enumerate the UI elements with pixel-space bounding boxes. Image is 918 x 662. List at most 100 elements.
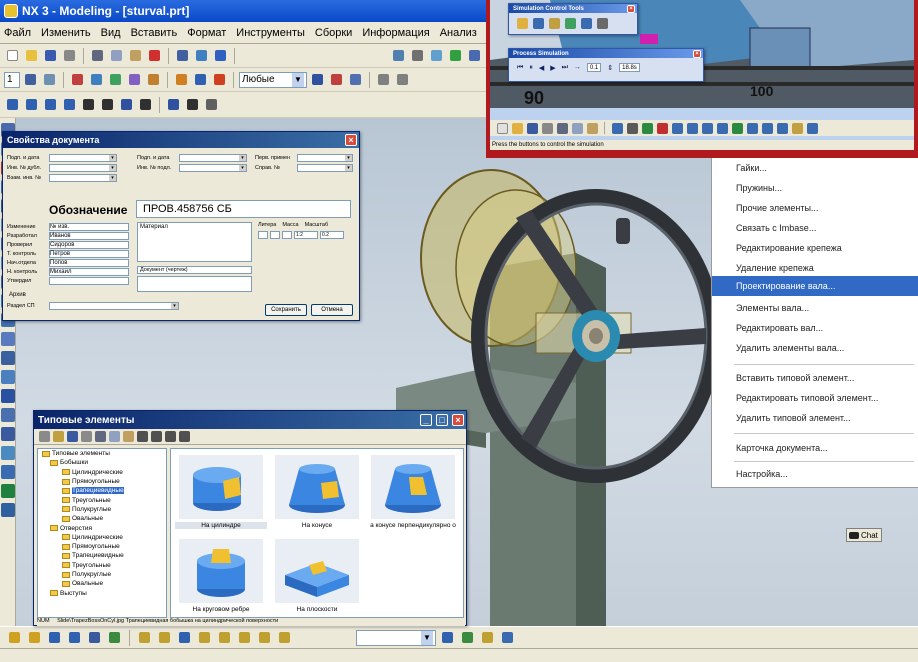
snap-center-icon[interactable] <box>107 71 124 88</box>
mirror-icon[interactable] <box>1 332 15 346</box>
snap-perp-icon[interactable] <box>236 629 253 646</box>
menu-view[interactable]: Вид <box>101 27 121 39</box>
sim-search-icon[interactable] <box>776 122 788 134</box>
select-all-icon[interactable] <box>41 71 58 88</box>
menu-item-insert-typical[interactable]: Вставить типовой элемент... <box>712 368 918 388</box>
snap-end-icon[interactable] <box>26 629 43 646</box>
snap-point-icon[interactable] <box>196 629 213 646</box>
analysis-icon[interactable] <box>1 370 15 384</box>
rewind-icon[interactable]: ⏮ <box>517 64 523 72</box>
role-input[interactable]: Петров <box>49 249 129 258</box>
tree-item[interactable]: Выступы <box>38 588 166 597</box>
step-back-icon[interactable]: ◀ <box>539 64 544 72</box>
menu-item-delete-fasteners[interactable]: Удаление крепежа <box>712 258 918 278</box>
new-file-icon[interactable] <box>4 47 21 64</box>
open-file-icon[interactable] <box>23 47 40 64</box>
line-icon[interactable] <box>375 71 392 88</box>
snap-intersect-icon[interactable] <box>145 71 162 88</box>
part-nav-icon[interactable] <box>1 465 15 479</box>
snap-edge-icon[interactable] <box>156 629 173 646</box>
tree-item[interactable]: Полукруглые <box>38 570 166 579</box>
menu-item-nuts[interactable]: Гайки... <box>712 158 918 178</box>
menu-item-delete-typical[interactable]: Удалить типовой элемент... <box>712 408 918 428</box>
close-icon[interactable]: × <box>345 134 357 146</box>
tree-item[interactable]: Отверстия <box>38 523 166 532</box>
snap-tangent-icon[interactable] <box>216 629 233 646</box>
doc-extra-field[interactable] <box>137 276 252 292</box>
typical-titlebar[interactable]: Типовые элементы _ □ × <box>34 411 466 429</box>
sim-rotate-icon[interactable] <box>746 122 758 134</box>
menu-edit[interactable]: Изменить <box>41 27 91 39</box>
sim-tools-titlebar[interactable]: Simulation Control Tools × <box>509 4 637 13</box>
sim-new-icon[interactable] <box>496 122 508 134</box>
layer-settings-icon[interactable] <box>1 389 15 403</box>
close-icon[interactable]: × <box>693 49 701 58</box>
minimize-icon[interactable]: _ <box>420 414 432 426</box>
sim-settings-icon[interactable] <box>595 16 609 30</box>
sim-cut-icon[interactable] <box>556 122 568 134</box>
spin-icon[interactable]: ⇕ <box>607 64 613 72</box>
arc-icon[interactable] <box>394 71 411 88</box>
repeat-icon[interactable] <box>193 47 210 64</box>
menu-item-edit-typical[interactable]: Редактировать типовой элемент... <box>712 388 918 408</box>
letter-3-field[interactable] <box>282 231 292 239</box>
time-field[interactable]: 18.8s <box>619 63 640 72</box>
menu-assemblies[interactable]: Сборки <box>315 27 352 39</box>
layer-dropdown-icon[interactable] <box>22 71 39 88</box>
thumb-cone-perpendicular[interactable]: а конусе перпендикулярно о <box>367 453 459 533</box>
tree-item[interactable]: Полукруглые <box>38 505 166 514</box>
menu-item-shaft-elements[interactable]: Элементы вала... <box>712 298 918 318</box>
copy-icon[interactable] <box>108 47 125 64</box>
sim-open-file-icon[interactable] <box>511 122 523 134</box>
sim-paste-icon[interactable] <box>586 122 598 134</box>
sim-pan-icon[interactable] <box>731 122 743 134</box>
shell-icon[interactable] <box>80 96 97 113</box>
thumb-on-plane[interactable]: На плоскости <box>271 537 363 617</box>
field-input[interactable]: ▾ <box>297 154 353 162</box>
step-field[interactable]: 0.1 <box>586 63 602 72</box>
sim-zoom-out-icon[interactable] <box>716 122 728 134</box>
field-input[interactable]: ▾ <box>49 174 117 182</box>
chat-button[interactable]: Chat <box>846 528 882 542</box>
save-button[interactable]: Сохранить <box>265 304 307 316</box>
measure-icon[interactable] <box>1 351 15 365</box>
pan-icon[interactable] <box>466 47 483 64</box>
tree-item[interactable]: Цилиндрические <box>38 533 166 542</box>
delete-element-icon[interactable] <box>136 431 148 443</box>
designation-field[interactable]: ПРОВ.458756 СБ <box>136 200 351 218</box>
resource-bar-icon[interactable] <box>1 503 15 517</box>
sim-tool-change-icon[interactable] <box>791 122 803 134</box>
filter-zoom-icon[interactable] <box>479 629 496 646</box>
elements-tree[interactable]: Типовые элементы Бобышки Цилиндрические … <box>37 448 167 618</box>
menu-item-edit-fasteners[interactable]: Редактирование крепежа <box>712 238 918 258</box>
tree-item[interactable]: Трапециевидные <box>38 551 166 560</box>
tree-item[interactable]: Овальные <box>38 514 166 523</box>
undo-icon[interactable] <box>174 47 191 64</box>
menu-item-document-card[interactable]: Карточка документа... <box>712 438 918 458</box>
tree-item[interactable]: Типовые элементы <box>38 449 166 458</box>
tree-item-selected[interactable]: Трапециевидные <box>38 486 166 495</box>
tree-item[interactable]: Прямоугольные <box>38 542 166 551</box>
wcs-icon[interactable] <box>328 71 345 88</box>
sort-icon[interactable] <box>164 431 176 443</box>
thumb-on-cone[interactable]: На конусе <box>271 453 363 533</box>
scale-field[interactable]: 0.2 <box>320 231 344 239</box>
menu-item-shaft-design[interactable]: Проектирование вала... <box>712 276 918 296</box>
snap-midpoint-icon[interactable] <box>88 71 105 88</box>
tree-item[interactable]: Цилиндрические <box>38 468 166 477</box>
letter-2-field[interactable] <box>270 231 280 239</box>
properties-icon[interactable] <box>150 431 162 443</box>
field-input[interactable]: ▾ <box>179 164 247 172</box>
role-input[interactable]: № изв. <box>49 222 129 231</box>
mass-field[interactable]: 1:2 <box>294 231 318 239</box>
filter-combo[interactable]: Любые ▼ <box>239 71 307 88</box>
sim-fit-icon[interactable] <box>761 122 773 134</box>
menu-item-other-elements[interactable]: Прочие элементы... <box>712 198 918 218</box>
snap-quad-icon[interactable] <box>106 629 123 646</box>
copy-element-icon[interactable] <box>108 431 120 443</box>
field-input[interactable]: ▾ <box>49 164 117 172</box>
tree-item[interactable]: Треугольные <box>38 495 166 504</box>
point-icon[interactable] <box>347 71 364 88</box>
menu-item-delete-shaft-elements[interactable]: Удалить элементы вала... <box>712 338 918 358</box>
menu-insert[interactable]: Вставить <box>131 27 178 39</box>
